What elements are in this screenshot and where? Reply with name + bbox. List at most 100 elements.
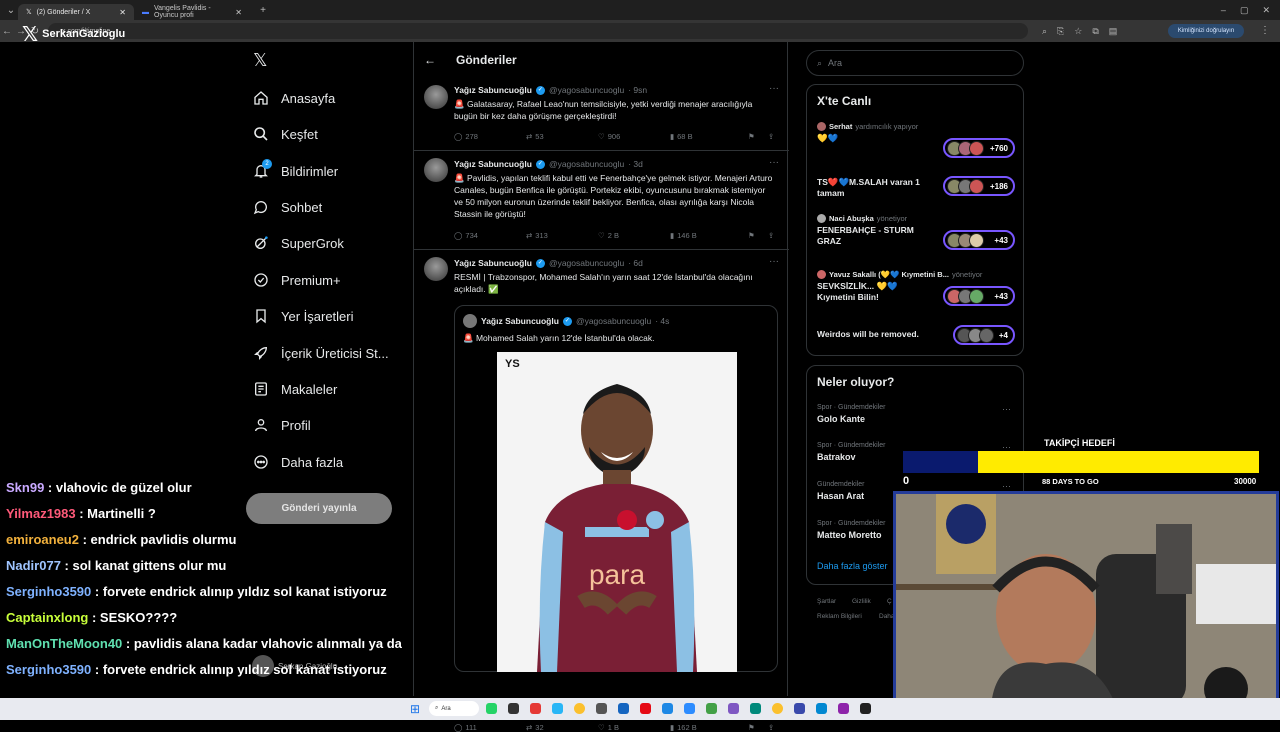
avatar[interactable] <box>424 257 448 281</box>
live-space-item[interactable]: Naci Abuşka yönetiyor FENERBAHÇE - STURM … <box>817 214 1015 250</box>
netflix-icon[interactable] <box>640 703 651 714</box>
zoom-icon[interactable]: ⌕ <box>1042 26 1047 37</box>
app-icon[interactable] <box>530 703 541 714</box>
more-options-icon[interactable]: ··· <box>769 256 779 267</box>
share-button[interactable]: ⇪ <box>768 723 774 732</box>
tweet-time[interactable]: · 9sn <box>628 85 647 95</box>
show-more-link[interactable]: Daha fazla göster <box>817 561 888 571</box>
live-space-item[interactable]: Weirdos will be removed. +4 <box>817 325 1015 345</box>
tweet-time[interactable]: · 6d <box>628 258 643 268</box>
author-name[interactable]: Yağız Sabuncuoğlu <box>454 258 532 268</box>
extensions-icon[interactable]: ⧉ <box>1092 26 1098 37</box>
reply-button[interactable]: ◯ 734 <box>454 231 526 240</box>
like-button[interactable]: ♡ 906 <box>598 132 670 141</box>
footer-link[interactable]: Reklam Bilgileri <box>817 613 862 620</box>
share-button[interactable]: ⇪ <box>768 231 774 240</box>
zoom-app-icon[interactable] <box>684 703 695 714</box>
telegram-icon[interactable] <box>552 703 563 714</box>
verify-identity-button[interactable]: Kimliğinizi doğrulayın <box>1168 24 1244 38</box>
quoted-tweet[interactable]: Yağız Sabuncuoğlu ✓ @yagosabuncuoglu · 4… <box>454 305 778 672</box>
bookmark-button[interactable]: ⚑ <box>748 723 768 732</box>
retweet-button[interactable]: ⇄ 313 <box>526 231 598 240</box>
taskbar-search[interactable]: ⌕ Ara <box>429 701 479 716</box>
like-button[interactable]: ♡ 2 B <box>598 231 670 240</box>
trend-item[interactable]: Spor · Gündemdekiler Golo Kante ··· <box>817 404 1015 424</box>
reply-button[interactable]: ◯ 278 <box>454 132 526 141</box>
author-name[interactable]: Yağız Sabuncuoğlu <box>454 159 532 169</box>
nav-bookmarks[interactable]: Yer İşaretleri <box>253 308 354 324</box>
windows-start-icon[interactable]: ⊞ <box>410 702 420 716</box>
post-button[interactable]: Gönderi yayınla <box>246 493 392 524</box>
listeners-pill[interactable]: +43 <box>943 286 1015 306</box>
footer-link[interactable]: Gizlilik <box>852 598 871 605</box>
author-handle[interactable]: @yagosabuncuoglu <box>549 85 624 95</box>
app-icon[interactable] <box>508 703 519 714</box>
listeners-pill[interactable]: +186 <box>943 176 1015 196</box>
live-space-item[interactable]: Yavuz Sakallı (💛💙 Kıymetini B... yönetiyo… <box>817 270 1015 306</box>
app-icon[interactable] <box>618 703 629 714</box>
x-home-logo-icon[interactable]: 𝕏 <box>253 50 268 71</box>
avatar[interactable] <box>424 85 448 109</box>
views-button[interactable]: ▮ 162 B <box>670 723 748 732</box>
more-options-icon[interactable]: ··· <box>769 157 779 168</box>
maximize-icon[interactable]: ▢ <box>1240 5 1249 16</box>
more-options-icon[interactable]: ··· <box>769 83 779 94</box>
live-space-item[interactable]: TS❤️💙M.SALAH varan 1 tamam +186 <box>817 175 1015 199</box>
retweet-button[interactable]: ⇄ 53 <box>526 132 598 141</box>
timeline-column[interactable]: ← Gönderiler Yağız Sabuncuoğlu ✓ @yagosa… <box>413 42 789 732</box>
bookmark-star-icon[interactable]: ☆ <box>1074 26 1082 37</box>
app-icon[interactable] <box>750 703 761 714</box>
nav-creator-studio[interactable]: İçerik Üreticisi St... <box>253 345 389 361</box>
author-name[interactable]: Yağız Sabuncuoğlu <box>454 85 532 95</box>
close-icon[interactable]: ✕ <box>119 8 126 17</box>
nav-chat[interactable]: Sohbet <box>253 199 322 215</box>
nav-notifications[interactable]: 2 Bildirimler <box>253 159 338 179</box>
sidebar-icon[interactable]: ▤ <box>1109 26 1118 37</box>
like-button[interactable]: ♡ 1 B <box>598 723 670 732</box>
back-icon[interactable]: ← <box>0 26 14 37</box>
nav-articles[interactable]: Makaleler <box>253 381 337 397</box>
tweet[interactable]: Yağız Sabuncuoğlu ✓ @yagosabuncuoglu · 6… <box>414 251 789 732</box>
close-icon[interactable]: ✕ <box>235 8 242 17</box>
views-button[interactable]: ▮ 146 B <box>670 231 748 240</box>
footer-link[interactable]: Ç <box>887 598 892 605</box>
tab-gonderiler[interactable]: 𝕏 (2) Gönderiler / X ✕ <box>18 4 134 20</box>
back-arrow-icon[interactable]: ← <box>424 53 436 67</box>
app-icon[interactable] <box>860 703 871 714</box>
more-options-icon[interactable]: ··· <box>1002 404 1011 414</box>
avatar[interactable] <box>424 158 448 182</box>
listeners-pill[interactable]: +4 <box>953 325 1015 345</box>
listeners-pill[interactable]: +760 <box>943 138 1015 158</box>
chrome-icon[interactable] <box>772 703 783 714</box>
url-field[interactable]: x.com/i/timeline <box>48 23 1028 39</box>
nav-premium[interactable]: Premium+ <box>253 272 341 288</box>
bookmark-button[interactable]: ⚑ <box>748 132 768 141</box>
author-handle[interactable]: @yagosabuncuoglu <box>549 258 624 268</box>
tab-menu-icon[interactable]: ⌄ <box>4 5 18 16</box>
app-icon[interactable] <box>794 703 805 714</box>
bookmark-button[interactable]: ⚑ <box>748 231 768 240</box>
more-options-icon[interactable]: ··· <box>1002 481 1011 491</box>
close-window-icon[interactable]: ✕ <box>1262 5 1270 16</box>
player-photo[interactable]: YS para <box>497 352 737 672</box>
listeners-pill[interactable]: +43 <box>943 230 1015 250</box>
retweet-button[interactable]: ⇄ 32 <box>526 723 598 732</box>
tweet[interactable]: Yağız Sabuncuoğlu ✓ @yagosabuncuoglu · 9… <box>414 79 789 151</box>
search-input[interactable]: ⌕ Ara <box>806 50 1024 76</box>
app-icon[interactable] <box>662 703 673 714</box>
nav-profile[interactable]: Profil <box>253 417 311 433</box>
views-button[interactable]: ▮ 68 B <box>670 132 748 141</box>
app-icon[interactable] <box>596 703 607 714</box>
menu-dots-icon[interactable]: ⋮ <box>1260 25 1270 36</box>
minimize-icon[interactable]: – <box>1221 5 1226 16</box>
chrome-icon[interactable] <box>574 703 585 714</box>
tab-pavlidis[interactable]: ▬ Vangelis Pavlidis - Oyuncu profi ✕ <box>134 4 250 20</box>
author-handle[interactable]: @yagosabuncuoglu <box>549 159 624 169</box>
app-icon[interactable] <box>816 703 827 714</box>
footer-link[interactable]: Şartlar <box>817 598 836 605</box>
tweet-time[interactable]: · 3d <box>628 159 643 169</box>
share-button[interactable]: ⇪ <box>768 132 774 141</box>
tweet[interactable]: Yağız Sabuncuoğlu ✓ @yagosabuncuoglu · 3… <box>414 152 789 250</box>
nav-more[interactable]: Daha fazla <box>253 454 343 470</box>
app-icon[interactable] <box>838 703 849 714</box>
